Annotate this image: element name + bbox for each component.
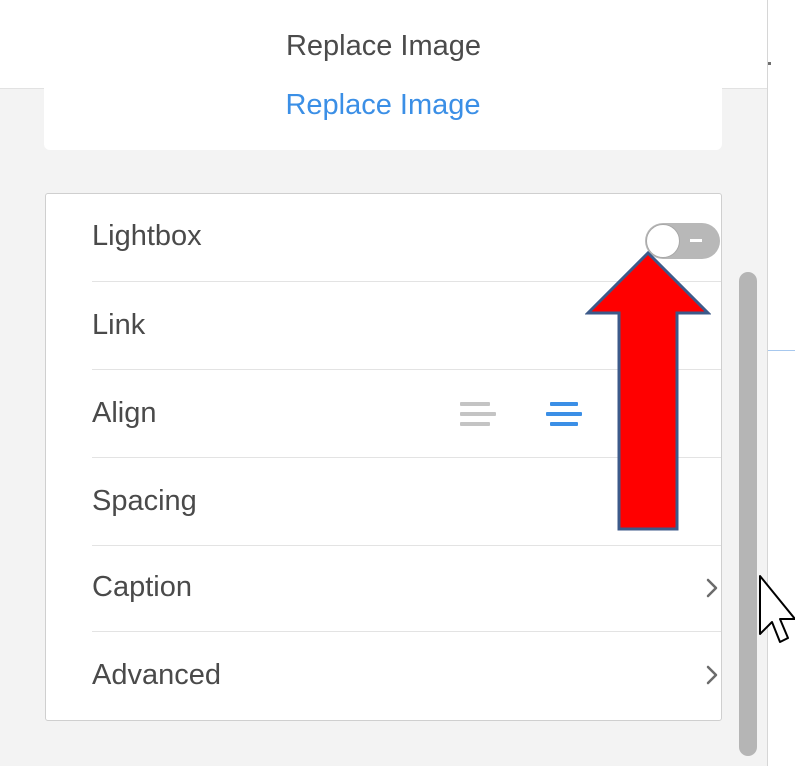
setting-label-spacing: Spacing xyxy=(92,485,197,517)
setting-label-advanced: Advanced xyxy=(92,659,221,691)
panel-header: Replace Image xyxy=(0,0,767,89)
setting-label-caption: Caption xyxy=(92,571,192,603)
panel-title: Replace Image xyxy=(285,30,482,62)
setting-row-advanced[interactable]: Advanced xyxy=(92,632,721,719)
replace-image-link[interactable]: Replace Image xyxy=(44,89,722,122)
scrollbar-thumb[interactable] xyxy=(739,272,757,756)
setting-label-lightbox: Lightbox xyxy=(92,220,202,252)
setting-label-link: Link xyxy=(92,309,146,341)
toggle-off-dash-icon xyxy=(690,239,702,242)
background-guide-line xyxy=(768,350,795,351)
chevron-right-icon[interactable] xyxy=(704,663,720,687)
setting-row-caption[interactable]: Caption xyxy=(92,546,721,632)
align-center-icon[interactable] xyxy=(546,400,582,428)
mouse-pointer-icon xyxy=(759,575,795,643)
chevron-right-icon[interactable] xyxy=(704,576,720,600)
red-up-arrow-icon xyxy=(585,251,711,531)
background-dot xyxy=(768,62,771,65)
setting-label-align: Align xyxy=(92,397,157,429)
align-left-icon[interactable] xyxy=(460,400,496,428)
replace-image-card: Replace Image xyxy=(44,88,722,150)
